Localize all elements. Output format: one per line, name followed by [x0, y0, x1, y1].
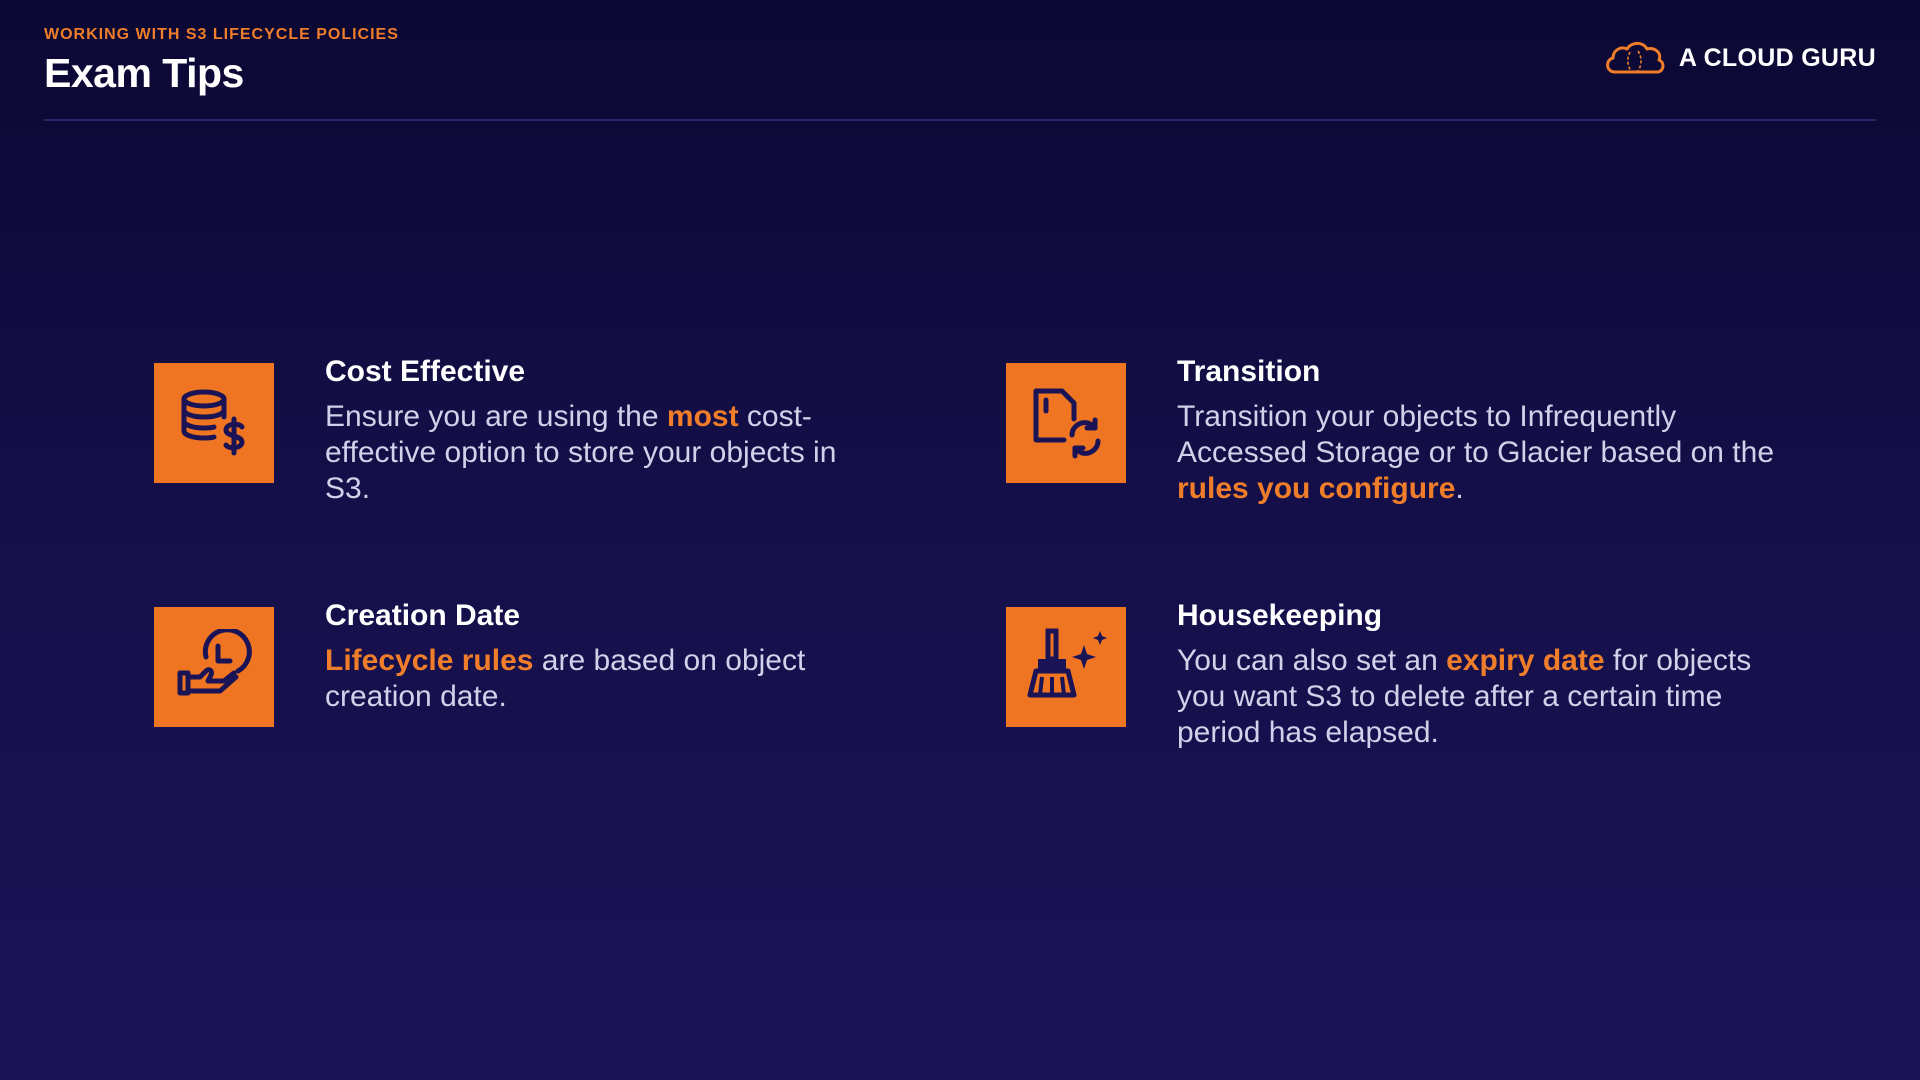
file-sync-icon — [1033, 388, 1101, 459]
tip-description: Lifecycle rules are based on object crea… — [325, 644, 806, 713]
slide-header: WORKING WITH S3 LIFECYCLE POLICIES Exam … — [44, 26, 399, 97]
tip-title: Creation Date — [325, 599, 521, 632]
tip-description: You can also set an expiry date for obje… — [1177, 644, 1752, 749]
tip-icon-tile — [154, 363, 274, 483]
tip-highlight: rules you configure — [1177, 472, 1456, 505]
tip-highlight: expiry date — [1446, 644, 1605, 677]
tip-title: Cost Effective — [325, 355, 526, 388]
page-title: Exam Tips — [44, 50, 244, 96]
tip-cost-effective: Cost Effective Ensure you are using the … — [154, 355, 954, 507]
tip-highlight: Lifecycle rules — [325, 644, 534, 677]
brand-name: A CLOUD GURU — [1678, 43, 1876, 72]
tip-description: Ensure you are using the most cost-effec… — [325, 400, 837, 505]
tip-transition: Transition Transition your objects to In… — [1006, 355, 1826, 507]
section-eyebrow: WORKING WITH S3 LIFECYCLE POLICIES — [44, 26, 399, 43]
tip-icon-tile — [1006, 363, 1126, 483]
tip-title: Transition — [1177, 355, 1321, 388]
tip-icon-tile — [1006, 607, 1126, 727]
clock-hand-icon — [177, 629, 252, 696]
tip-title: Housekeeping — [1177, 599, 1383, 632]
brand-logo: A CLOUD GURU — [1603, 38, 1876, 78]
header-divider — [44, 119, 1876, 121]
cloud-icon — [1606, 41, 1665, 74]
tip-housekeeping: Housekeeping You can also set an expiry … — [1006, 599, 1826, 751]
tip-description: Transition your objects to Infrequently … — [1177, 400, 1775, 505]
tip-highlight: most — [666, 400, 739, 433]
database-dollar-icon — [181, 389, 245, 456]
tip-creation-date: Creation Date Lifecycle rules are based … — [154, 599, 954, 727]
broom-sparkle-icon — [1027, 628, 1107, 698]
tip-icon-tile — [154, 607, 274, 727]
